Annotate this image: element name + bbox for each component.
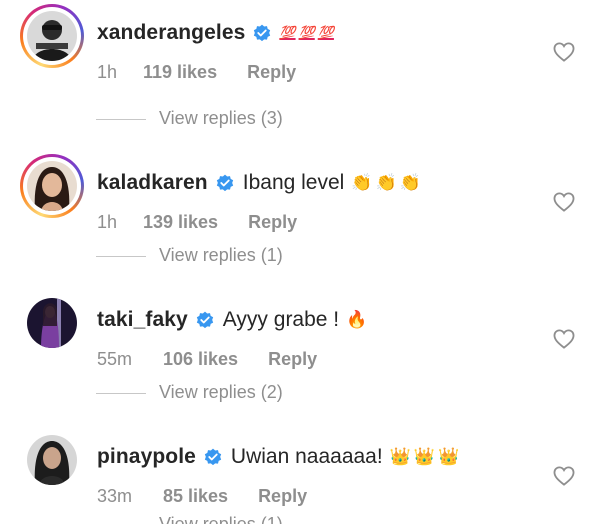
divider [96,119,146,120]
clapping-hands-icon: 👏 [351,173,373,192]
username[interactable]: taki_faky [97,308,188,332]
comment-line: xanderangeles 💯 💯 💯 [97,18,334,48]
emoji-row: 👑 👑 👑 [390,447,460,467]
crown-icon: 👑 [389,447,411,466]
comment-item: taki_faky Ayyy grabe ! 🔥 55m 106 likes R… [0,291,600,391]
reply-button[interactable]: Reply [268,349,317,370]
clapping-hands-icon: 👏 [399,173,421,192]
likes-count[interactable]: 85 likes [163,486,228,507]
comment-meta: 1h 139 likes Reply [97,212,297,233]
reply-button[interactable]: Reply [248,212,297,233]
view-replies-button[interactable]: View replies (2) [0,382,600,406]
view-replies-button[interactable]: View replies (1) [0,245,600,269]
avatar[interactable] [27,161,77,211]
avatar[interactable] [27,11,77,61]
divider [96,393,146,394]
comment-time: 55m [97,349,133,369]
verified-badge-icon [204,448,222,466]
heart-outline-icon[interactable] [553,192,575,212]
comment-line: kaladkaren Ibang level 👏 👏 👏 [97,168,421,198]
emoji-row: 💯 💯 💯 [279,25,334,41]
story-ring[interactable] [20,154,84,218]
comment-meta: 55m 106 likes Reply [97,349,317,370]
comment-text: Ayyy grabe ! [222,308,340,331]
reply-button[interactable]: Reply [258,486,307,507]
avatar[interactable] [27,298,77,348]
username[interactable]: pinaypole [97,445,196,469]
view-replies-button[interactable]: View replies (1) [0,514,600,524]
likes-count[interactable]: 106 likes [163,349,238,370]
avatar-frame [20,428,84,492]
crown-icon: 👑 [413,447,436,466]
comment-item: pinaypole Uwian naaaaaa! 👑 👑 👑 33m 85 li… [0,428,600,524]
avatar-frame [20,291,84,355]
verified-badge-icon [216,174,233,192]
hundred-points-icon: 💯 [298,25,315,40]
emoji-row: 👏 👏 👏 [351,173,421,193]
view-replies-label[interactable]: View replies (1) [159,245,283,266]
comment-text: Ibang level [242,171,345,194]
clapping-hands-icon: 👏 [375,173,397,192]
crown-icon: 👑 [438,447,460,466]
comment-meta: 1h 119 likes Reply [97,62,296,83]
comment-time: 1h [97,212,118,232]
verified-badge-icon [254,24,271,42]
emoji-row: 🔥 [346,310,367,330]
comment-meta: 33m 85 likes Reply [97,486,307,507]
comment-item: kaladkaren Ibang level 👏 👏 👏 1h 139 like… [0,154,600,254]
verified-badge-icon [196,311,213,329]
fire-icon: 🔥 [346,310,368,329]
reply-button[interactable]: Reply [247,62,296,83]
view-replies-label[interactable]: View replies (3) [159,108,283,129]
view-replies-label[interactable]: View replies (2) [159,382,283,403]
view-replies-button[interactable]: View replies (3) [0,108,600,132]
comment-time: 33m [97,486,133,506]
heart-outline-icon[interactable] [553,466,575,486]
divider [96,256,146,257]
heart-outline-icon[interactable] [553,42,575,62]
likes-count[interactable]: 139 likes [143,212,218,233]
avatar[interactable] [27,435,77,485]
username[interactable]: xanderangeles [97,21,245,45]
comment-line: taki_faky Ayyy grabe ! 🔥 [97,305,367,335]
comment-time: 1h [97,62,118,82]
story-ring[interactable] [20,4,84,68]
likes-count[interactable]: 119 likes [143,62,217,83]
comment-text: Uwian naaaaaa! [230,445,383,468]
comment-line: pinaypole Uwian naaaaaa! 👑 👑 👑 [97,442,459,472]
hundred-points-icon: 💯 [279,25,296,40]
hundred-points-icon: 💯 [317,25,334,40]
heart-outline-icon[interactable] [553,329,575,349]
view-replies-label[interactable]: View replies (1) [159,514,283,524]
username[interactable]: kaladkaren [97,171,208,195]
comment-item: xanderangeles 💯 💯 💯 1h 119 likes Reply [0,4,600,104]
